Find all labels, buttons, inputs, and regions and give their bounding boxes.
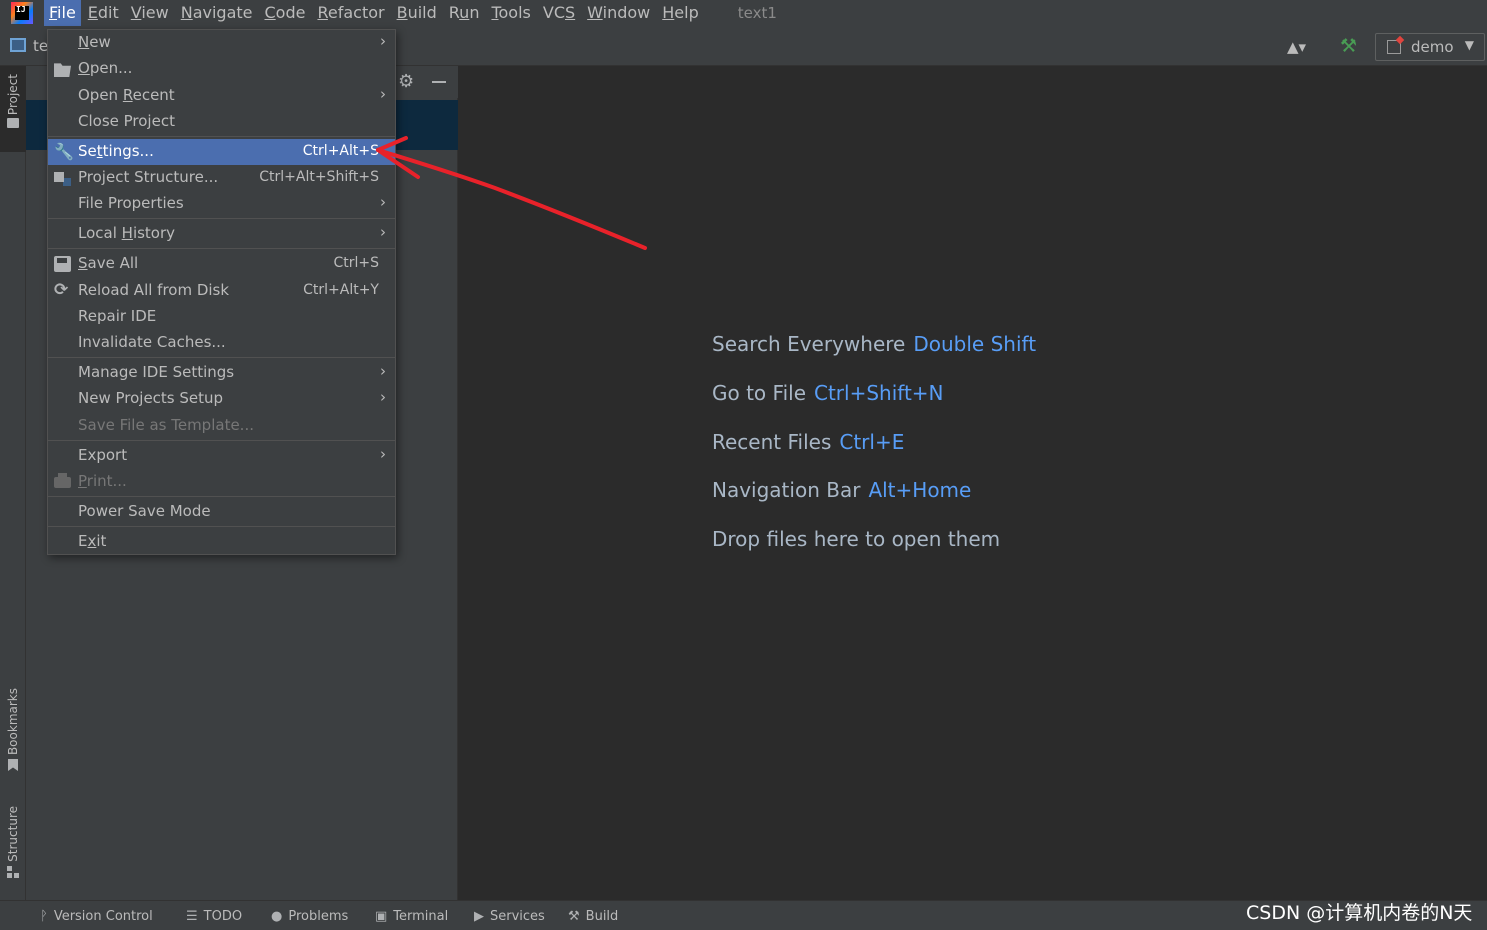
file-menu-dropdown: New › Open... Open Recent › Close Projec…: [47, 29, 396, 555]
branch-icon: ᚹ: [40, 909, 48, 924]
tool-tab-terminal[interactable]: ▣ Terminal: [375, 909, 448, 924]
menu-vcs[interactable]: VCS: [538, 0, 580, 26]
folder-icon: [7, 118, 19, 129]
menu-view[interactable]: View: [126, 0, 174, 26]
file-menu-project-structure[interactable]: Project Structure... Ctrl+Alt+Shift+S: [48, 165, 395, 191]
wrench-icon: 🔧: [54, 142, 74, 161]
services-icon: ▶: [474, 909, 484, 924]
shortcut-reload-all: Ctrl+Alt+Y: [303, 282, 379, 298]
file-menu-close-project[interactable]: Close Project: [48, 109, 395, 135]
file-menu-reload-all[interactable]: ⟳ Reload All from Disk Ctrl+Alt+Y: [48, 278, 395, 304]
user-account-icon[interactable]: ▲▾: [1287, 38, 1306, 56]
structure-icon: [7, 865, 19, 878]
menu-navigate[interactable]: Navigate: [176, 0, 258, 26]
stripe-tab-project[interactable]: Project: [0, 66, 26, 152]
gear-icon[interactable]: ⚙: [398, 71, 414, 92]
folder-open-icon: [54, 63, 71, 77]
hint-drop-files: Drop files here to open them: [712, 527, 1001, 551]
file-menu-local-history[interactable]: Local History ›: [48, 221, 395, 247]
tool-tab-build[interactable]: ⚒ Build: [568, 909, 618, 924]
tool-tab-version-control[interactable]: ᚹ Version Control: [40, 909, 153, 924]
file-menu-repair-ide[interactable]: Repair IDE: [48, 304, 395, 330]
menu-separator: [48, 440, 395, 441]
stripe-tab-structure-label: Structure: [6, 806, 20, 862]
build-hammer-icon[interactable]: ⚒: [1340, 35, 1357, 57]
window-title: text1: [737, 4, 777, 22]
navbar-project-name[interactable]: te: [33, 37, 48, 55]
menu-window[interactable]: Window: [582, 0, 655, 26]
chevron-right-icon: ›: [380, 388, 386, 406]
hammer-icon: ⚒: [568, 909, 580, 924]
menu-separator: [48, 496, 395, 497]
run-config-label: demo: [1411, 38, 1454, 56]
menu-separator: [48, 218, 395, 219]
chevron-right-icon: ›: [380, 32, 386, 50]
menu-separator: [48, 357, 395, 358]
run-config-icon: [1387, 40, 1401, 54]
reload-icon: ⟳: [54, 280, 69, 300]
menu-tools[interactable]: Tools: [486, 0, 535, 26]
project-structure-icon: [54, 170, 71, 186]
hint-search-everywhere: Search Everywhere Double Shift: [712, 332, 1037, 356]
printer-icon: [54, 473, 71, 488]
watermark: CSDN @计算机内卷的N天: [1246, 902, 1473, 924]
list-icon: ☰: [186, 909, 198, 924]
file-menu-save-file-as-template: Save File as Template...: [78, 416, 254, 434]
chevron-right-icon: ›: [380, 223, 386, 241]
editor-empty-area: Search Everywhere Double Shift Go to File…: [458, 66, 1487, 900]
file-menu-new[interactable]: New ›: [48, 30, 395, 56]
menu-separator: [48, 136, 395, 137]
chevron-right-icon: ›: [380, 445, 386, 463]
chevron-right-icon: ›: [380, 362, 386, 380]
file-menu-manage-ide-settings[interactable]: Manage IDE Settings ›: [48, 360, 395, 386]
file-menu-export[interactable]: Export ›: [48, 443, 395, 469]
problems-icon: ●: [271, 909, 283, 924]
menu-edit[interactable]: Edit: [83, 0, 124, 26]
file-menu-new-projects-setup[interactable]: New Projects Setup ›: [48, 386, 395, 412]
file-menu-open[interactable]: Open...: [48, 56, 395, 82]
file-menu-invalidate-caches[interactable]: Invalidate Caches...: [48, 330, 395, 356]
stripe-tab-bookmarks-label: Bookmarks: [6, 688, 20, 756]
terminal-icon: ▣: [375, 909, 388, 924]
shortcut-settings: Ctrl+Alt+S: [302, 143, 379, 159]
chevron-down-icon: ▼: [1464, 38, 1474, 52]
hint-recent-files: Recent Files Ctrl+E: [712, 430, 905, 454]
shortcut-save-all: Ctrl+S: [333, 255, 379, 271]
file-menu-settings[interactable]: 🔧 Settings... Ctrl+Alt+S: [48, 139, 395, 165]
tool-tab-problems[interactable]: ● Problems: [271, 909, 348, 924]
stripe-tab-structure[interactable]: Structure: [0, 806, 26, 891]
intellij-logo-icon: IJ: [11, 2, 33, 24]
menu-refactor[interactable]: Refactor: [312, 0, 389, 26]
tool-tab-todo[interactable]: ☰ TODO: [186, 909, 242, 924]
run-config-selector[interactable]: demo ▼: [1375, 33, 1485, 61]
menu-separator: [48, 248, 395, 249]
bookmark-icon: [8, 759, 18, 772]
file-menu-power-save-mode[interactable]: Power Save Mode: [48, 499, 395, 525]
file-menu-file-properties[interactable]: File Properties ›: [48, 191, 395, 217]
hint-navigation-bar: Navigation Bar Alt+Home: [712, 478, 972, 502]
left-tool-stripe: Project Bookmarks Structure: [0, 66, 26, 900]
menu-code[interactable]: Code: [260, 0, 311, 26]
file-menu-print: Print...: [48, 469, 395, 495]
stripe-tab-bookmarks[interactable]: Bookmarks: [0, 688, 26, 788]
stripe-tab-project-label: Project: [6, 74, 20, 116]
hint-go-to-file: Go to File Ctrl+Shift+N: [712, 381, 944, 405]
chevron-right-icon: ›: [380, 85, 386, 103]
menu-help[interactable]: Help: [657, 0, 703, 26]
chevron-right-icon: ›: [380, 193, 386, 211]
menu-file[interactable]: File: [44, 0, 81, 26]
menu-build[interactable]: Build: [392, 0, 442, 26]
tool-tab-services[interactable]: ▶ Services: [474, 909, 545, 924]
menu-run[interactable]: Run: [444, 0, 485, 26]
project-module-icon: [10, 38, 26, 52]
file-menu-exit[interactable]: Exit: [48, 529, 395, 555]
menu-separator: [48, 526, 395, 527]
shortcut-project-structure: Ctrl+Alt+Shift+S: [259, 169, 379, 185]
file-menu-open-recent[interactable]: Open Recent ›: [48, 83, 395, 109]
minimize-icon[interactable]: [432, 81, 446, 83]
main-menubar: IJ File Edit View Navigate Code Refactor…: [0, 0, 1487, 26]
file-menu-save-all[interactable]: Save All Ctrl+S: [48, 251, 395, 277]
save-icon: [54, 256, 71, 272]
